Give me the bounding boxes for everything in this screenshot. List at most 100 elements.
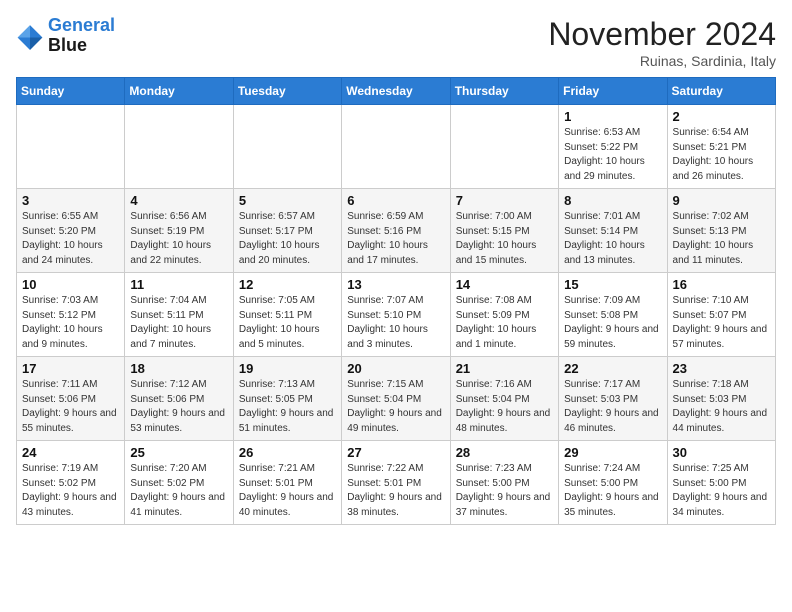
- day-number: 6: [347, 193, 444, 208]
- day-info: Sunrise: 7:22 AM Sunset: 5:01 PM Dayligh…: [347, 462, 444, 520]
- day-cell: 15Sunrise: 7:09 AM Sunset: 5:08 PM Dayli…: [559, 273, 667, 357]
- header-cell-thursday: Thursday: [450, 78, 558, 105]
- day-number: 9: [673, 193, 770, 208]
- day-cell: 1Sunrise: 6:53 AM Sunset: 5:22 PM Daylig…: [559, 105, 667, 189]
- day-info: Sunrise: 7:24 AM Sunset: 5:00 PM Dayligh…: [564, 462, 661, 520]
- day-number: 11: [130, 277, 227, 292]
- week-row-5: 24 Sunrise: 7:19 AM Sunset: 5:02 PM Dayli…: [17, 441, 776, 525]
- day-cell: 13 Sunrise: 7:07 AM Sunset: 5:10 PM Dayli…: [342, 273, 450, 357]
- day-number: 19: [239, 361, 336, 376]
- day-cell: 7 Sunrise: 7:00 AM Sunset: 5:15 PM Daylig…: [450, 189, 558, 273]
- logo-text: General Blue: [48, 16, 115, 56]
- day-cell: 26Sunrise: 7:21 AM Sunset: 5:01 PM Dayli…: [233, 441, 341, 525]
- day-info: Sunrise: 7:03 AM Sunset: 5:12 PM Dayligh…: [22, 294, 119, 352]
- day-info: Sunrise: 7:11 AM Sunset: 5:06 PM Dayligh…: [22, 378, 119, 436]
- day-cell: 24 Sunrise: 7:19 AM Sunset: 5:02 PM Dayli…: [17, 441, 125, 525]
- day-cell: 2 Sunrise: 6:54 AM Sunset: 5:21 PM Daylig…: [667, 105, 775, 189]
- day-info: Sunrise: 7:00 AM Sunset: 5:15 PM Dayligh…: [456, 210, 553, 268]
- day-info: Sunrise: 6:53 AM Sunset: 5:22 PM Dayligh…: [564, 126, 661, 184]
- day-cell: [233, 105, 341, 189]
- day-number: 4: [130, 193, 227, 208]
- week-row-3: 10Sunrise: 7:03 AM Sunset: 5:12 PM Dayli…: [17, 273, 776, 357]
- day-cell: 6 Sunrise: 6:59 AM Sunset: 5:16 PM Daylig…: [342, 189, 450, 273]
- day-number: 12: [239, 277, 336, 292]
- day-number: 18: [130, 361, 227, 376]
- header-cell-monday: Monday: [125, 78, 233, 105]
- day-cell: 17 Sunrise: 7:11 AM Sunset: 5:06 PM Dayli…: [17, 357, 125, 441]
- header-cell-wednesday: Wednesday: [342, 78, 450, 105]
- day-info: Sunrise: 7:21 AM Sunset: 5:01 PM Dayligh…: [239, 462, 336, 520]
- day-cell: 23 Sunrise: 7:18 AM Sunset: 5:03 PM Dayli…: [667, 357, 775, 441]
- day-cell: 27 Sunrise: 7:22 AM Sunset: 5:01 PM Dayli…: [342, 441, 450, 525]
- day-info: Sunrise: 7:18 AM Sunset: 5:03 PM Dayligh…: [673, 378, 770, 436]
- day-info: Sunrise: 7:12 AM Sunset: 5:06 PM Dayligh…: [130, 378, 227, 436]
- logo: General Blue: [16, 16, 115, 56]
- day-cell: 16 Sunrise: 7:10 AM Sunset: 5:07 PM Dayli…: [667, 273, 775, 357]
- day-number: 24: [22, 445, 119, 460]
- day-info: Sunrise: 7:09 AM Sunset: 5:08 PM Dayligh…: [564, 294, 661, 352]
- day-info: Sunrise: 7:17 AM Sunset: 5:03 PM Dayligh…: [564, 378, 661, 436]
- header-cell-tuesday: Tuesday: [233, 78, 341, 105]
- day-cell: 28 Sunrise: 7:23 AM Sunset: 5:00 PM Dayli…: [450, 441, 558, 525]
- day-cell: 5Sunrise: 6:57 AM Sunset: 5:17 PM Daylig…: [233, 189, 341, 273]
- day-info: Sunrise: 6:55 AM Sunset: 5:20 PM Dayligh…: [22, 210, 119, 268]
- day-cell: 11 Sunrise: 7:04 AM Sunset: 5:11 PM Dayli…: [125, 273, 233, 357]
- day-number: 27: [347, 445, 444, 460]
- day-number: 21: [456, 361, 553, 376]
- day-cell: 3 Sunrise: 6:55 AM Sunset: 5:20 PM Daylig…: [17, 189, 125, 273]
- day-info: Sunrise: 7:19 AM Sunset: 5:02 PM Dayligh…: [22, 462, 119, 520]
- day-number: 8: [564, 193, 661, 208]
- day-cell: 19 Sunrise: 7:13 AM Sunset: 5:05 PM Dayli…: [233, 357, 341, 441]
- day-info: Sunrise: 7:20 AM Sunset: 5:02 PM Dayligh…: [130, 462, 227, 520]
- day-info: Sunrise: 7:10 AM Sunset: 5:07 PM Dayligh…: [673, 294, 770, 352]
- day-number: 16: [673, 277, 770, 292]
- day-number: 29: [564, 445, 661, 460]
- day-number: 30: [673, 445, 770, 460]
- day-info: Sunrise: 7:23 AM Sunset: 5:00 PM Dayligh…: [456, 462, 553, 520]
- day-number: 17: [22, 361, 119, 376]
- day-cell: 30 Sunrise: 7:25 AM Sunset: 5:00 PM Dayli…: [667, 441, 775, 525]
- day-number: 7: [456, 193, 553, 208]
- page-header: General Blue November 2024 Ruinas, Sardi…: [16, 16, 776, 69]
- day-cell: [125, 105, 233, 189]
- day-info: Sunrise: 6:57 AM Sunset: 5:17 PM Dayligh…: [239, 210, 336, 268]
- day-info: Sunrise: 7:25 AM Sunset: 5:00 PM Dayligh…: [673, 462, 770, 520]
- week-row-1: 1Sunrise: 6:53 AM Sunset: 5:22 PM Daylig…: [17, 105, 776, 189]
- day-number: 3: [22, 193, 119, 208]
- day-info: Sunrise: 7:04 AM Sunset: 5:11 PM Dayligh…: [130, 294, 227, 352]
- day-number: 13: [347, 277, 444, 292]
- day-info: Sunrise: 7:16 AM Sunset: 5:04 PM Dayligh…: [456, 378, 553, 436]
- logo-icon: [16, 22, 44, 50]
- logo-general: General: [48, 15, 115, 35]
- month-title: November 2024: [548, 16, 776, 53]
- day-info: Sunrise: 7:13 AM Sunset: 5:05 PM Dayligh…: [239, 378, 336, 436]
- day-info: Sunrise: 6:56 AM Sunset: 5:19 PM Dayligh…: [130, 210, 227, 268]
- day-cell: 22Sunrise: 7:17 AM Sunset: 5:03 PM Dayli…: [559, 357, 667, 441]
- day-cell: 4 Sunrise: 6:56 AM Sunset: 5:19 PM Daylig…: [125, 189, 233, 273]
- day-number: 20: [347, 361, 444, 376]
- day-number: 25: [130, 445, 227, 460]
- day-info: Sunrise: 6:59 AM Sunset: 5:16 PM Dayligh…: [347, 210, 444, 268]
- day-info: Sunrise: 7:08 AM Sunset: 5:09 PM Dayligh…: [456, 294, 553, 352]
- day-cell: [450, 105, 558, 189]
- day-cell: 14Sunrise: 7:08 AM Sunset: 5:09 PM Dayli…: [450, 273, 558, 357]
- day-cell: [342, 105, 450, 189]
- header-cell-friday: Friday: [559, 78, 667, 105]
- day-info: Sunrise: 7:02 AM Sunset: 5:13 PM Dayligh…: [673, 210, 770, 268]
- day-info: Sunrise: 7:05 AM Sunset: 5:11 PM Dayligh…: [239, 294, 336, 352]
- day-number: 28: [456, 445, 553, 460]
- day-cell: 29 Sunrise: 7:24 AM Sunset: 5:00 PM Dayli…: [559, 441, 667, 525]
- title-block: November 2024 Ruinas, Sardinia, Italy: [548, 16, 776, 69]
- day-info: Sunrise: 7:15 AM Sunset: 5:04 PM Dayligh…: [347, 378, 444, 436]
- week-row-2: 3 Sunrise: 6:55 AM Sunset: 5:20 PM Daylig…: [17, 189, 776, 273]
- day-cell: 25 Sunrise: 7:20 AM Sunset: 5:02 PM Dayli…: [125, 441, 233, 525]
- header-cell-saturday: Saturday: [667, 78, 775, 105]
- day-info: Sunrise: 7:07 AM Sunset: 5:10 PM Dayligh…: [347, 294, 444, 352]
- day-number: 23: [673, 361, 770, 376]
- day-info: Sunrise: 6:54 AM Sunset: 5:21 PM Dayligh…: [673, 126, 770, 184]
- location: Ruinas, Sardinia, Italy: [548, 53, 776, 69]
- day-info: Sunrise: 7:01 AM Sunset: 5:14 PM Dayligh…: [564, 210, 661, 268]
- day-cell: [17, 105, 125, 189]
- calendar-body: 1Sunrise: 6:53 AM Sunset: 5:22 PM Daylig…: [17, 105, 776, 525]
- day-number: 2: [673, 109, 770, 124]
